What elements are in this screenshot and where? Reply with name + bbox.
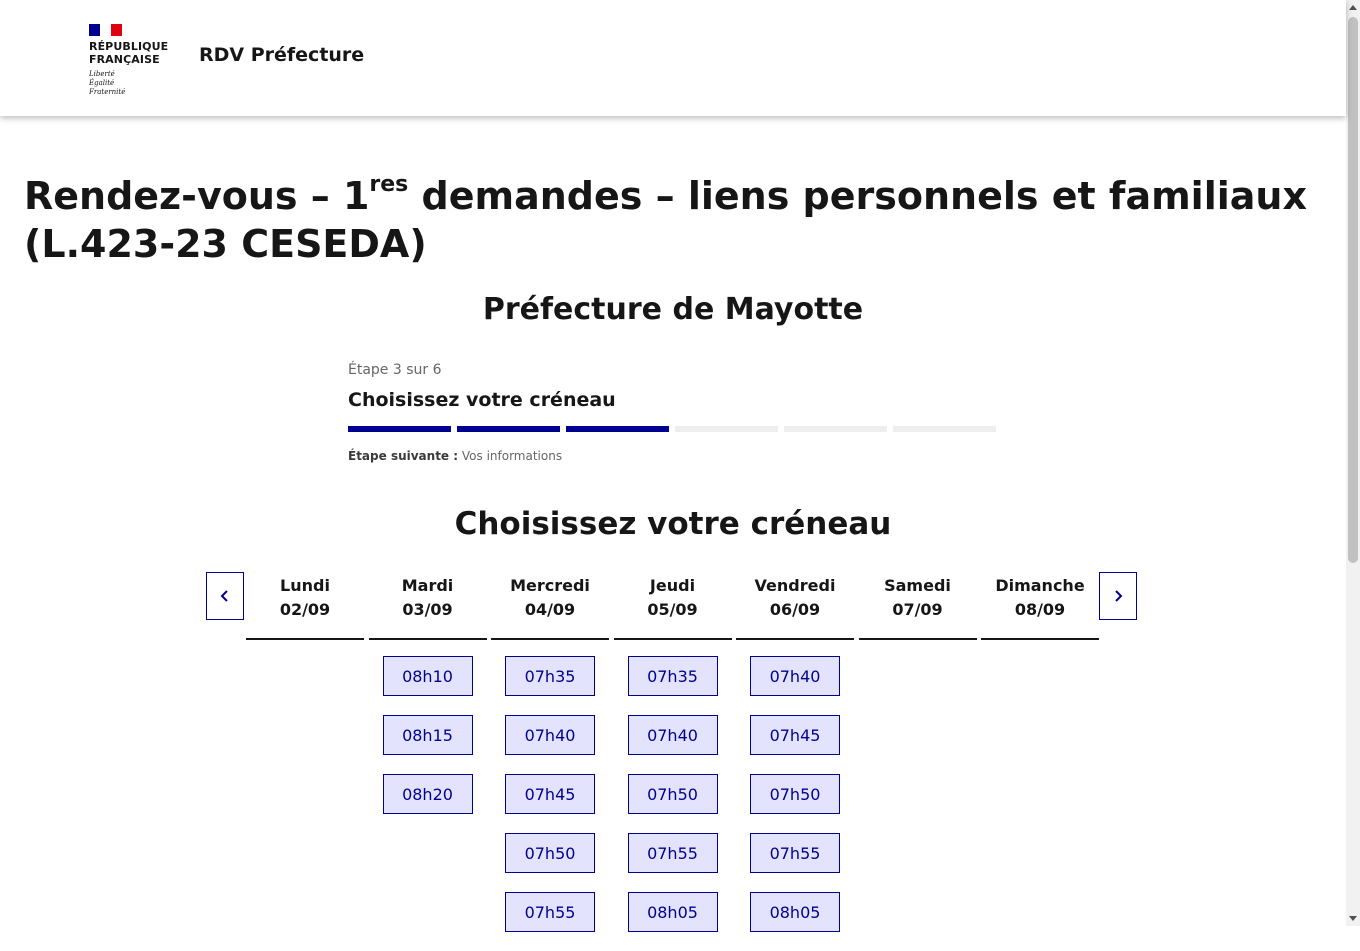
time-slot-button[interactable]: 08h15 — [382, 715, 473, 755]
scroll-thumb[interactable] — [1348, 17, 1358, 563]
time-slot-button[interactable]: 07h40 — [750, 656, 840, 696]
stepper-title: Choisissez votre créneau — [348, 389, 616, 411]
stepper-next-step: Étape suivante : Vos informations — [348, 449, 998, 463]
brand-motto: Liberté Égalité Fraternité — [89, 70, 179, 97]
stepper-progress — [348, 426, 998, 432]
day-date: 03/09 — [402, 600, 453, 619]
day-date: 07/09 — [892, 600, 943, 619]
stepper-bar — [457, 426, 560, 432]
stepper: Étape 3 sur 6 Choisissez votre créneau É… — [348, 362, 998, 463]
motto-fraternite: Fraternité — [89, 88, 126, 96]
slot-list — [246, 640, 364, 656]
calendar-section-title: Choisissez votre créneau — [454, 506, 892, 542]
stepper-bar — [348, 426, 451, 432]
day-date: 08/09 — [1014, 600, 1066, 619]
next-week-button[interactable] — [1099, 572, 1137, 620]
time-slot-button[interactable]: 08h20 — [382, 774, 473, 814]
day-name: Mardi — [401, 576, 454, 595]
day-name: Mercredi — [510, 576, 590, 595]
stepper-bar — [893, 426, 996, 432]
time-slot-button[interactable]: 07h35 — [627, 656, 718, 696]
day-header: Mardi 03/09 — [368, 574, 487, 640]
slot-list: 07h40 07h45 07h50 07h55 08h05 — [736, 640, 854, 932]
slot-list — [859, 640, 977, 656]
time-slot-button[interactable]: 07h55 — [505, 892, 595, 932]
time-slot-button[interactable]: 07h40 — [627, 715, 718, 755]
stepper-state: Étape 3 sur 6 — [348, 362, 442, 378]
slot-list: 08h10 08h15 08h20 — [369, 640, 487, 814]
site-header: RÉPUBLIQUE FRANÇAISE Liberté Égalité Fra… — [0, 0, 1346, 116]
slot-list — [981, 640, 1099, 656]
day-header: Samedi 07/09 — [858, 574, 977, 640]
time-slot-button[interactable]: 07h45 — [505, 774, 595, 814]
republique-francaise-logo[interactable]: RÉPUBLIQUE FRANÇAISE Liberté Égalité Fra… — [89, 24, 179, 97]
motto-liberte: Liberté — [89, 70, 115, 78]
day-column: Vendredi 06/09 07h40 07h45 07h50 07h55 08h05 — [736, 574, 854, 951]
slot-list: 07h35 07h40 07h50 07h55 08h05 — [614, 640, 732, 932]
day-column: Jeudi 05/09 07h35 07h40 07h50 07h55 08h05 — [613, 574, 732, 951]
day-column: Mardi 03/09 08h10 08h15 08h20 — [368, 574, 487, 833]
chevron-right-icon — [1115, 590, 1123, 602]
brand-line-2: FRANÇAISE — [89, 53, 160, 66]
brand-line-1: RÉPUBLIQUE — [89, 40, 169, 53]
stepper-bar — [675, 426, 778, 432]
slot-list: 07h35 07h40 07h45 07h50 07h55 — [491, 640, 609, 932]
day-date: 02/09 — [279, 600, 331, 619]
day-date: 04/09 — [524, 600, 576, 619]
page-title: Rendez-vous – 1res demandes – liens pers… — [24, 172, 1334, 268]
time-slot-button[interactable]: 07h55 — [750, 833, 840, 873]
previous-week-button[interactable] — [206, 572, 244, 620]
day-name: Jeudi — [649, 576, 696, 595]
stepper-next-value: Vos informations — [461, 449, 563, 463]
day-date: 05/09 — [647, 600, 698, 619]
time-slot-button[interactable]: 07h40 — [505, 715, 595, 755]
brand-name: RÉPUBLIQUE FRANÇAISE — [89, 40, 179, 66]
day-header: Vendredi 06/09 — [736, 574, 854, 640]
day-column: Samedi 07/09 — [858, 574, 977, 656]
time-slot-button[interactable]: 07h35 — [505, 656, 595, 696]
time-slot-button[interactable]: 07h50 — [750, 774, 840, 814]
day-header: Jeudi 05/09 — [613, 574, 732, 640]
day-header: Lundi 02/09 — [246, 574, 364, 640]
time-slot-button[interactable]: 08h05 — [627, 892, 718, 932]
day-name: Vendredi — [754, 576, 836, 595]
stepper-bar — [784, 426, 887, 432]
day-column: Mercredi 04/09 07h35 07h40 07h45 07h50 07h55 — [491, 574, 609, 951]
day-header: Dimanche 08/09 — [981, 574, 1099, 640]
stepper-bar — [566, 426, 669, 432]
stepper-next-label: Étape suivante : — [348, 449, 459, 463]
page-title-part1: Rendez-vous – 1 — [24, 174, 370, 218]
time-slot-button[interactable]: 08h05 — [750, 892, 840, 932]
prefecture-title: Préfecture de Mayotte — [482, 292, 864, 327]
scroll-down-arrow-icon[interactable] — [1349, 916, 1357, 921]
day-column: Dimanche 08/09 — [981, 574, 1099, 656]
time-slot-button[interactable]: 07h50 — [505, 833, 595, 873]
page-title-sup: res — [369, 172, 409, 197]
page-scrollbar[interactable] — [1346, 0, 1360, 926]
time-slot-button[interactable]: 08h10 — [382, 656, 473, 696]
motto-egalite: Égalité — [89, 79, 115, 87]
time-slot-button[interactable]: 07h50 — [627, 774, 718, 814]
time-slot-button[interactable]: 07h55 — [627, 833, 718, 873]
day-name: Samedi — [884, 576, 951, 595]
time-slot-button[interactable]: 07h45 — [750, 715, 840, 755]
day-name: Lundi — [280, 576, 330, 595]
chevron-left-icon — [220, 590, 228, 602]
service-title[interactable]: RDV Préfecture — [199, 44, 364, 66]
scroll-up-arrow-icon[interactable] — [1349, 5, 1357, 10]
day-column: Lundi 02/09 — [246, 574, 364, 656]
day-name: Dimanche — [995, 576, 1085, 595]
day-date: 06/09 — [769, 600, 821, 619]
marianne-flag-icon — [89, 24, 122, 36]
day-header: Mercredi 04/09 — [491, 574, 609, 640]
